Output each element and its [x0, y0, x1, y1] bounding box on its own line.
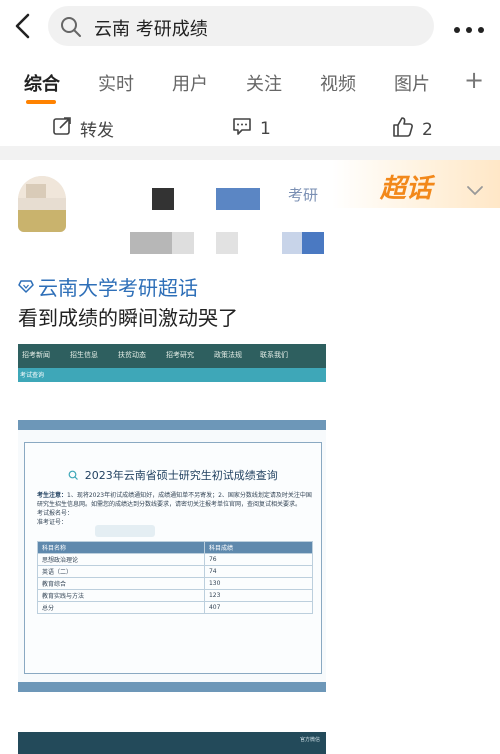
info-registration: 考试报名号：	[37, 510, 74, 517]
post-text: 看到成绩的瞬间激动哭了	[18, 306, 238, 330]
image-footer: 官方微信	[18, 732, 326, 754]
subject-name: 总分	[37, 601, 205, 614]
subject-name: 英语（二）	[37, 565, 205, 578]
repost-icon	[52, 116, 72, 141]
image-subnav: 考试查询	[18, 368, 326, 382]
top-bar: 云南 考研成绩	[0, 0, 500, 54]
topic-label: 云南大学考研超话	[38, 276, 198, 300]
more-icon[interactable]	[452, 20, 486, 39]
info-ticket: 准考证号：	[37, 519, 68, 526]
like-button[interactable]: 2	[392, 116, 433, 143]
repost-label: 转发	[80, 121, 114, 141]
active-tab-indicator	[26, 100, 56, 104]
chevron-down-icon[interactable]	[466, 182, 484, 201]
subject-name: 教育实践与方法	[37, 589, 205, 602]
certificate-title-text: 2023年云南省硕士研究生初试成绩查询	[84, 469, 278, 482]
image-nav-item: 招考研究	[166, 351, 194, 359]
obscured-username	[152, 188, 174, 210]
subject-name: 思想政治理论	[37, 553, 205, 566]
username-fragment: 考研	[288, 186, 319, 204]
comment-count: 1	[260, 118, 271, 139]
search-tabs: 综合 实时 用户 关注 视频 图片 +	[0, 54, 500, 111]
comment-icon	[232, 116, 252, 141]
image-nav-bar: 招考新闻 招生信息 扶贫动态 招考研究 政策法规 联系我们	[18, 344, 326, 368]
tab-images[interactable]: 图片	[394, 70, 430, 96]
score-certificate: 2023年云南省硕士研究生初试成绩查询 考生注意：1、现将2023年初试成绩通知…	[18, 420, 326, 692]
feed-separator	[0, 146, 500, 160]
obscured-meta	[282, 232, 302, 254]
thumbs-up-icon	[392, 116, 414, 143]
super-topic-link[interactable]: 云南大学考研超话	[18, 272, 198, 301]
diamond-icon	[18, 275, 34, 299]
subject-score: 407	[203, 601, 314, 614]
avatar[interactable]	[18, 176, 66, 232]
notice-label: 考生注意：	[37, 492, 68, 499]
search-icon	[68, 470, 79, 483]
subject-score: 130	[203, 577, 314, 590]
subject-score: 74	[203, 565, 314, 578]
certificate-frame: 2023年云南省硕士研究生初试成绩查询 考生注意：1、现将2023年初试成绩通知…	[24, 442, 322, 674]
like-count: 2	[422, 119, 433, 140]
table-header: 科目成绩	[203, 541, 314, 554]
tab-users[interactable]: 用户	[172, 70, 208, 96]
tab-following[interactable]: 关注	[246, 70, 282, 96]
obscured-meta	[172, 232, 194, 254]
subject-score: 76	[203, 553, 314, 566]
table-header: 科目名称	[37, 541, 205, 554]
certificate-title: 2023年云南省硕士研究生初试成绩查询	[25, 467, 321, 483]
tab-video[interactable]: 视频	[320, 70, 356, 96]
subject-name: 教育综合	[37, 577, 205, 590]
table-row: 教育综合 130	[37, 577, 314, 590]
image-nav-item: 政策法规	[214, 351, 242, 359]
search-query[interactable]: 云南 考研成绩	[94, 15, 208, 41]
tab-realtime[interactable]: 实时	[98, 70, 134, 96]
table-row: 英语（二） 74	[37, 565, 314, 578]
image-subnav-label: 考试查询	[20, 372, 45, 379]
table-row: 总分 407	[37, 601, 314, 614]
obscured-meta	[216, 232, 238, 254]
subject-score: 123	[203, 589, 314, 602]
image-nav-item: 招生信息	[70, 351, 98, 359]
obscured-meta	[130, 232, 172, 254]
search-bar[interactable]: 云南 考研成绩	[48, 6, 434, 46]
back-icon[interactable]	[8, 10, 40, 42]
table-row: 教育实践与方法 123	[37, 589, 314, 602]
table-row: 思想政治理论 76	[37, 553, 314, 566]
image-nav-item: 招考新闻	[22, 351, 50, 359]
comment-button[interactable]: 1	[232, 116, 271, 141]
notice-text: 1、现将2023年初试成绩通知好，成绩通知单不另寄发；2、国家分数线划定请及时关…	[37, 492, 312, 508]
repost-button[interactable]: 转发	[52, 116, 114, 141]
obscured-meta	[302, 232, 324, 254]
table-header-row: 科目名称 科目成绩	[37, 541, 314, 554]
post-image[interactable]: 招考新闻 招生信息 扶贫动态 招考研究 政策法规 联系我们 考试查询 2023年…	[18, 344, 326, 754]
add-tab-icon[interactable]: +	[464, 66, 484, 94]
image-nav-item: 联系我们	[260, 351, 288, 359]
image-nav-item: 扶贫动态	[118, 351, 146, 359]
super-topic-badge[interactable]: 超话	[380, 168, 432, 205]
image-footer-label: 官方微信	[299, 737, 320, 743]
obscured-username	[216, 188, 260, 210]
certificate-notice: 考生注意：1、现将2023年初试成绩通知好，成绩通知单不另寄发；2、国家分数线划…	[37, 491, 313, 527]
score-table: 科目名称 科目成绩 思想政治理论 76 英语（二） 74 教育综合 130 教育…	[37, 541, 314, 614]
search-icon	[60, 16, 82, 42]
post-actions: 转发 1 2	[0, 110, 500, 146]
obscured-info	[95, 525, 155, 537]
tab-comprehensive[interactable]: 综合	[24, 70, 60, 96]
